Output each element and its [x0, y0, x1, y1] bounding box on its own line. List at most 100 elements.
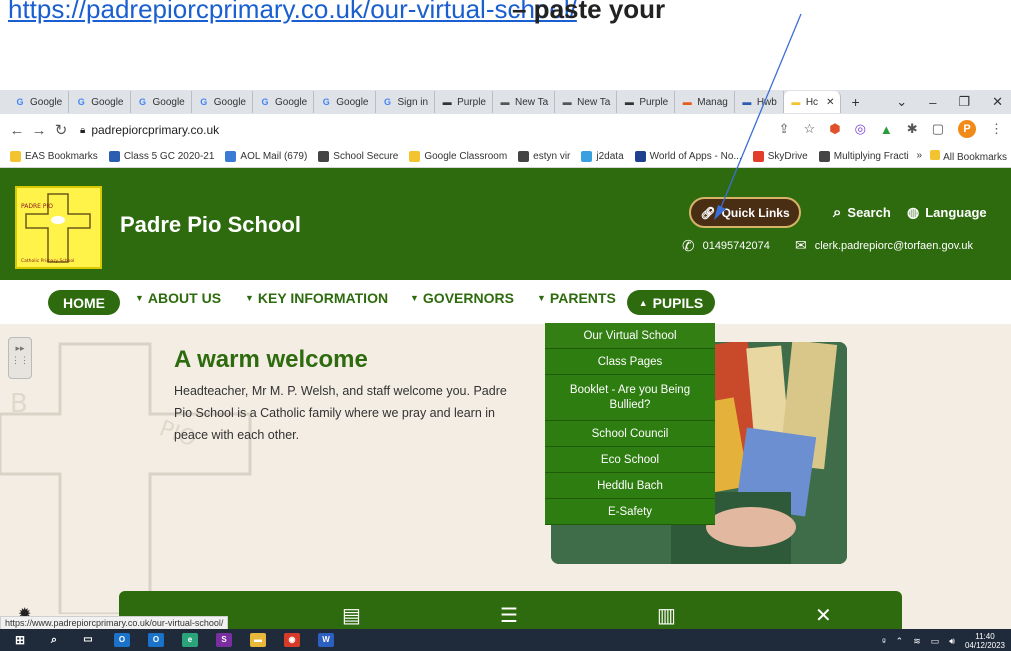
- profile-avatar[interactable]: P: [958, 120, 976, 138]
- pupils-dropdown-menu: Our Virtual School Class Pages Booklet -…: [545, 323, 715, 525]
- bookmark-item[interactable]: Multiplying Fractio...: [818, 151, 923, 162]
- windows-start-icon[interactable]: ⊞: [12, 633, 28, 647]
- close-tab-icon[interactable]: ✕: [826, 97, 834, 108]
- back-icon[interactable]: ←: [6, 122, 28, 139]
- drive-icon[interactable]: ▲: [880, 122, 893, 137]
- bookmark-item[interactable]: World of Apps - No...: [634, 151, 742, 162]
- menu-item-eco-school[interactable]: Eco School: [545, 447, 715, 473]
- file-explorer-icon[interactable]: ▬: [250, 633, 266, 647]
- browser-tab[interactable]: G Google: [314, 91, 376, 113]
- clock[interactable]: 11:40 04/12/2023: [965, 632, 1005, 650]
- url-text: padrepiorcprimary.co.uk: [91, 123, 220, 137]
- accessibility-widget[interactable]: ▸▸ ⋮⋮: [8, 337, 32, 379]
- all-bookmarks-folder[interactable]: All Bookmarks: [930, 150, 1007, 163]
- book-icon[interactable]: ▥: [657, 606, 676, 626]
- browser-tab[interactable]: ▬ Purple: [617, 91, 676, 113]
- forward-icon[interactable]: →: [28, 122, 50, 139]
- browser-tab[interactable]: G Google: [8, 91, 70, 113]
- tab-search-icon[interactable]: ⌄: [896, 94, 907, 110]
- browser-tab[interactable]: ▬ Hc ✕: [783, 91, 842, 113]
- puzzle-icon[interactable]: ✱: [907, 121, 918, 137]
- browser-tab[interactable]: ▬ Purple: [435, 91, 493, 113]
- browser-tab[interactable]: G Google: [253, 91, 315, 113]
- bookmark-item[interactable]: Google Classroom: [409, 151, 507, 162]
- bookmark-label: Google Classroom: [424, 151, 508, 162]
- tab-label: New Ta: [514, 96, 549, 108]
- outlook-icon[interactable]: O: [114, 633, 130, 647]
- tab-favicon-icon: G: [16, 97, 24, 107]
- reload-icon[interactable]: ↻: [50, 121, 72, 139]
- search-taskbar-icon[interactable]: ⌕: [46, 633, 62, 647]
- browser-tab[interactable]: G Google: [192, 91, 253, 113]
- bookmark-icon: [518, 151, 530, 162]
- bookmark-item[interactable]: Class 5 GC 2020-21: [108, 151, 214, 162]
- search-link[interactable]: ⌕ Search: [833, 204, 891, 221]
- people-icon[interactable]: ᵍ: [882, 636, 885, 646]
- bookmark-item[interactable]: EAS Bookmarks: [10, 151, 98, 162]
- chevron-up-icon[interactable]: ⌃: [896, 636, 904, 647]
- browser-tab[interactable]: G Sign in: [376, 91, 436, 113]
- svg-text:Catholic Primary School: Catholic Primary School: [21, 258, 74, 264]
- minimize-icon[interactable]: –: [929, 95, 936, 110]
- nav-parents[interactable]: ▼ PARENTS: [537, 290, 616, 306]
- bookmarks-more-button[interactable]: »: [917, 150, 923, 163]
- browser-tab[interactable]: ▬ Manag: [675, 91, 735, 113]
- phone-contact[interactable]: ✆ 01495742074: [682, 237, 770, 255]
- volume-icon[interactable]: 🔊︎: [949, 636, 955, 647]
- nav-home[interactable]: HOME: [48, 290, 120, 315]
- bookmark-item[interactable]: AOL Mail (679): [225, 151, 307, 162]
- site-title[interactable]: Padre Pio School: [120, 212, 301, 238]
- menu-item-heddlu-bach[interactable]: Heddlu Bach: [545, 473, 715, 499]
- chrome-icon[interactable]: ◉: [284, 633, 300, 647]
- toolbar-icons: ⇪ ☆ ⬢ ◎ ▲ ✱ ▢ P ⋮: [779, 120, 1003, 138]
- browser-tab[interactable]: ▬ New Ta: [493, 91, 556, 113]
- browser-tab[interactable]: G Google: [131, 91, 192, 113]
- bookmark-icon: [818, 151, 830, 162]
- outlook-alt-icon[interactable]: O: [148, 633, 164, 647]
- word-icon[interactable]: W: [318, 633, 334, 647]
- bookmark-item[interactable]: estyn vir: [518, 151, 570, 162]
- extension-badge-icon[interactable]: ⬢: [829, 121, 840, 137]
- bookmark-item[interactable]: j2data: [581, 151, 624, 162]
- school-logo[interactable]: PADRE PIO Catholic Primary School: [15, 186, 102, 269]
- browser-tab[interactable]: G Google: [69, 91, 131, 113]
- menu-item-bullying-booklet[interactable]: Booklet - Are you Being Bullied?: [545, 375, 715, 421]
- quick-links-button[interactable]: 🔗︎ Quick Links: [689, 197, 801, 228]
- url-field[interactable]: 🔒︎ padrepiorcprimary.co.uk: [80, 123, 219, 137]
- bookmark-icon: [318, 151, 330, 162]
- browser-tab[interactable]: ▬ New Ta: [555, 91, 618, 113]
- close-window-icon[interactable]: ✕: [992, 94, 1003, 110]
- email-contact[interactable]: ✉ clerk.padrepiorc@torfaen.gov.uk: [795, 237, 973, 254]
- nav-pupils[interactable]: ▲ PUPILS: [627, 290, 715, 315]
- bookmark-item[interactable]: SkyDrive: [752, 151, 808, 162]
- document-link[interactable]: https://padrepiorcprimary.co.uk/our-virt…: [8, 0, 577, 25]
- menu-item-school-council[interactable]: School Council: [545, 421, 715, 447]
- nav-governors[interactable]: ▼ GOVERNORS: [410, 290, 514, 306]
- newsletter-icon[interactable]: ▤: [342, 606, 361, 626]
- address-bar: ← → ↻ 🔒︎ padrepiorcprimary.co.uk ⇪ ☆ ⬢ ◎…: [0, 114, 1011, 146]
- edge-icon[interactable]: e: [182, 633, 198, 647]
- sidepanel-icon[interactable]: ▢: [932, 121, 944, 137]
- extension-icon[interactable]: ◎: [855, 121, 866, 137]
- bookmark-label: estyn vir: [533, 151, 571, 162]
- menu-item-our-virtual-school[interactable]: Our Virtual School: [545, 323, 715, 349]
- restore-icon[interactable]: ❐: [958, 94, 970, 110]
- wifi-icon[interactable]: ≋: [913, 636, 921, 647]
- star-icon[interactable]: ☆: [804, 121, 816, 137]
- bookmark-item[interactable]: School Secure: [318, 151, 398, 162]
- language-link[interactable]: ◍ Language: [907, 204, 987, 221]
- new-tab-button[interactable]: +: [851, 94, 859, 110]
- nav-about-us[interactable]: ▼ ABOUT US: [135, 290, 221, 306]
- task-view-icon[interactable]: ▭: [80, 633, 96, 647]
- menu-item-class-pages[interactable]: Class Pages: [545, 349, 715, 375]
- dinner-icon[interactable]: ✕: [815, 606, 832, 626]
- menu-icon[interactable]: ⋮: [990, 121, 1003, 137]
- menu-item-e-safety[interactable]: E-Safety: [545, 499, 715, 525]
- battery-icon[interactable]: ▭: [931, 636, 940, 647]
- tab-favicon-icon: ▬: [624, 97, 634, 107]
- sims-icon[interactable]: S: [216, 633, 232, 647]
- browser-tab[interactable]: ▬ Hwb: [735, 91, 784, 113]
- checklist-icon[interactable]: ☰: [500, 606, 518, 626]
- share-icon[interactable]: ⇪: [779, 121, 790, 137]
- nav-key-information[interactable]: ▼ KEY INFORMATION: [245, 290, 388, 306]
